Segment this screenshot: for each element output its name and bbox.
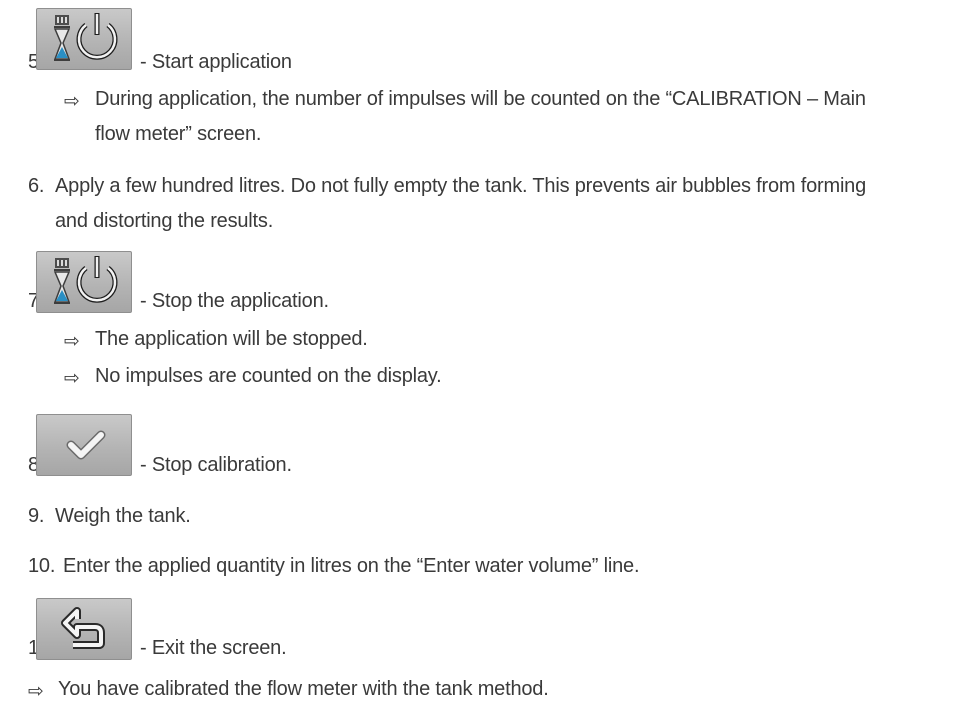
- step-9-text: Weigh the tank.: [55, 505, 191, 527]
- step-9-number: 9.: [28, 505, 45, 527]
- arrow-icon: ⇨: [64, 330, 80, 352]
- step-7-text: - Stop the application.: [140, 290, 329, 312]
- arrow-icon: ⇨: [28, 680, 44, 702]
- application-start-stop-icon: [36, 8, 132, 70]
- step-10-text: Enter the applied quantity in litres on …: [63, 555, 640, 577]
- step-10-number: 10.: [28, 555, 56, 577]
- arrow-icon: ⇨: [64, 367, 80, 389]
- final-result-text: You have calibrated the flow meter with …: [58, 678, 549, 700]
- return-arrow-icon: [36, 598, 132, 660]
- step-5-text: - Start application: [140, 51, 292, 73]
- step-11-text: - Exit the screen.: [140, 637, 287, 659]
- step-6-text: Apply a few hundred litres. Do not fully…: [55, 175, 867, 197]
- step-8-text: - Stop calibration.: [140, 454, 292, 476]
- result-text-cont: flow meter” screen.: [95, 123, 262, 145]
- result-text: During application, the number of impuls…: [95, 88, 866, 110]
- result-text: No impulses are counted on the display.: [95, 365, 442, 387]
- step-6-number: 6.: [28, 175, 45, 197]
- application-start-stop-icon: [36, 251, 132, 313]
- result-text: The application will be stopped.: [95, 328, 368, 350]
- step-6-text-cont: and distorting the results.: [55, 210, 274, 232]
- checkmark-icon: [36, 414, 132, 476]
- arrow-icon: ⇨: [64, 90, 80, 112]
